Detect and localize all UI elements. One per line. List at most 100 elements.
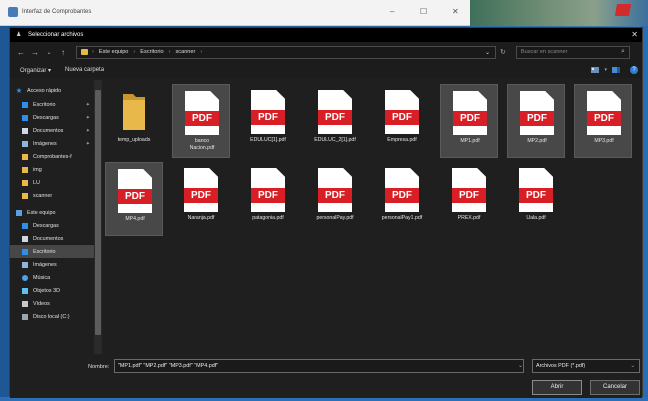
pdf-file-icon: PDF	[385, 90, 419, 134]
folder-item[interactable]: temp_uploads	[105, 84, 163, 158]
filetype-dropdown-icon: ⌄	[630, 363, 635, 369]
dialog-app-icon: ♟	[16, 31, 22, 38]
pin-icon[interactable]: ✦	[86, 128, 90, 134]
file-open-dialog: ♟ Seleccionar archivos ✕ ← → ⌄ ↑ › Este …	[9, 27, 643, 398]
pin-icon[interactable]: ✦	[86, 102, 90, 108]
desktop-red-object	[614, 4, 632, 16]
sidebar-item[interactable]: Vídeos	[10, 297, 94, 310]
pdf-file-item[interactable]: PDF MP3.pdf	[574, 84, 632, 158]
pdf-file-item[interactable]: PDF Uala.pdf	[507, 162, 565, 236]
refresh-icon[interactable]: ↻	[500, 48, 506, 56]
file-name: temp_uploads	[117, 137, 151, 143]
pdf-label: PDF	[318, 110, 352, 125]
pdf-file-item[interactable]: PDF MP1.pdf	[440, 84, 498, 158]
sidebar-item[interactable]: Descargas	[10, 219, 94, 232]
address-bar[interactable]: › Este equipo › Escritorio › scanner › ⌄	[76, 45, 496, 59]
close-button[interactable]: ✕	[452, 7, 459, 16]
up-button[interactable]: ↑	[56, 48, 70, 57]
forward-button[interactable]: →	[28, 48, 42, 57]
sidebar-item[interactable]: Escritorio ✦	[10, 98, 94, 111]
pictures-icon	[22, 261, 28, 268]
breadcrumb-separator: ›	[133, 49, 136, 55]
help-icon[interactable]: ?	[630, 66, 638, 74]
pdf-label: PDF	[453, 111, 487, 126]
file-name: personalPay1.pdf	[381, 215, 423, 221]
download-icon	[22, 114, 28, 121]
file-name: MP3.pdf	[594, 138, 614, 144]
sidebar-item-label: Este equipo	[27, 209, 56, 216]
filetype-select[interactable]: Archivos PDF (*.pdf) ⌄	[532, 359, 640, 373]
pdf-file-icon: PDF	[251, 168, 285, 212]
search-input[interactable]: Buscar en scanner ⌕	[515, 45, 630, 59]
dialog-close-button[interactable]: ✕	[631, 30, 638, 39]
search-placeholder: Buscar en scanner	[520, 49, 568, 55]
background-window-title: Interfaz de Comprobantes	[22, 9, 92, 15]
sidebar-item[interactable]: Documentos ✦	[10, 124, 94, 137]
filename-dropdown-icon[interactable]: ⌄	[518, 362, 523, 369]
breadcrumb-escritorio[interactable]: Escritorio	[140, 49, 163, 55]
pdf-label: PDF	[587, 111, 621, 126]
sidebar-item-label: Objetos 3D	[33, 287, 60, 294]
objects-3d-icon	[22, 287, 28, 294]
file-name: MP4.pdf	[125, 216, 145, 222]
file-name: banco Nacion.pdf	[189, 138, 215, 151]
pdf-file-item[interactable]: PDF PREX.pdf	[440, 162, 498, 236]
sidebar-item[interactable]: Imágenes	[10, 258, 94, 271]
navigation-scrollbar[interactable]	[94, 80, 102, 354]
pdf-file-icon: PDF	[452, 168, 486, 212]
sidebar-item[interactable]: Música	[10, 271, 94, 284]
pdf-file-item[interactable]: PDF personalPay1.pdf	[373, 162, 431, 236]
sidebar-item[interactable]: Comprobantes-f	[10, 150, 94, 163]
sidebar-item[interactable]: Este equipo	[10, 206, 94, 219]
sidebar-item[interactable]: Escritorio	[10, 245, 94, 258]
pdf-label: PDF	[385, 110, 419, 125]
sidebar-item-label: Imágenes	[33, 140, 57, 147]
sidebar-item-label: Comprobantes-f	[33, 153, 72, 160]
dialog-title: Seleccionar archivos	[28, 32, 84, 38]
recent-locations-dropdown[interactable]: ⌄	[42, 49, 56, 56]
minimize-button[interactable]: –	[390, 7, 394, 16]
preview-pane-icon[interactable]	[612, 67, 620, 73]
sidebar-item[interactable]: Documentos	[10, 232, 94, 245]
sidebar-item[interactable]: Disco local (C:)	[10, 310, 94, 323]
sidebar-item[interactable]: LU	[10, 176, 94, 189]
organize-button[interactable]: Organizar ▾	[20, 67, 51, 74]
sidebar-item[interactable]: Imágenes ✦	[10, 137, 94, 150]
navigation-pane: Acceso rápido Escritorio ✦ Descargas ✦ Docume…	[10, 78, 94, 354]
breadcrumb-este-equipo[interactable]: Este equipo	[99, 49, 129, 55]
back-button[interactable]: ←	[14, 48, 28, 57]
pdf-file-item[interactable]: PDF patagonia.pdf	[239, 162, 297, 236]
sidebar-item[interactable]: img	[10, 163, 94, 176]
new-folder-button[interactable]: Nueva carpeta	[65, 67, 104, 73]
sidebar-item[interactable]: Objetos 3D	[10, 284, 94, 297]
cancel-button[interactable]: Cancelar	[590, 380, 640, 395]
maximize-button[interactable]: ☐	[420, 7, 427, 16]
sidebar-item[interactable]: scanner	[10, 189, 94, 202]
folder-icon	[22, 179, 28, 186]
scrollbar-thumb[interactable]	[95, 90, 101, 335]
filename-input[interactable]: "MP1.pdf" "MP2.pdf" "MP3.pdf" "MP4.pdf"	[114, 359, 524, 373]
pdf-file-item[interactable]: PDF personalPay.pdf	[306, 162, 364, 236]
sidebar-item[interactable]: Acceso rápido	[10, 84, 94, 97]
pdf-file-item[interactable]: PDF EDULUC[1].pdf	[239, 84, 297, 158]
file-name: EDULUC_2[1].pdf	[314, 137, 356, 143]
video-icon	[22, 300, 28, 307]
pdf-file-item[interactable]: PDF Naranja.pdf	[172, 162, 230, 236]
view-options-icon[interactable]	[591, 67, 600, 73]
pin-icon[interactable]: ✦	[86, 141, 90, 147]
file-name: MP2.pdf	[527, 138, 547, 144]
address-dropdown-icon[interactable]: ⌄	[485, 49, 490, 56]
breadcrumb-scanner[interactable]: scanner	[175, 49, 195, 55]
pdf-file-item[interactable]: PDF EDULUC_2[1].pdf	[306, 84, 364, 158]
open-button[interactable]: Abrir	[532, 380, 582, 395]
sidebar-item-label: Música	[33, 274, 51, 281]
pdf-file-item[interactable]: PDF MP4.pdf	[105, 162, 163, 236]
breadcrumb-separator: ›	[200, 49, 203, 55]
pdf-file-item[interactable]: PDF banco Nacion.pdf	[172, 84, 230, 158]
pdf-file-item[interactable]: PDF Empresa.pdf	[373, 84, 431, 158]
view-dropdown-icon[interactable]: ▾	[604, 67, 607, 73]
sidebar-item[interactable]: Descargas ✦	[10, 111, 94, 124]
pdf-file-item[interactable]: PDF MP2.pdf	[507, 84, 565, 158]
pin-icon[interactable]: ✦	[86, 115, 90, 121]
folder-icon	[123, 94, 145, 130]
